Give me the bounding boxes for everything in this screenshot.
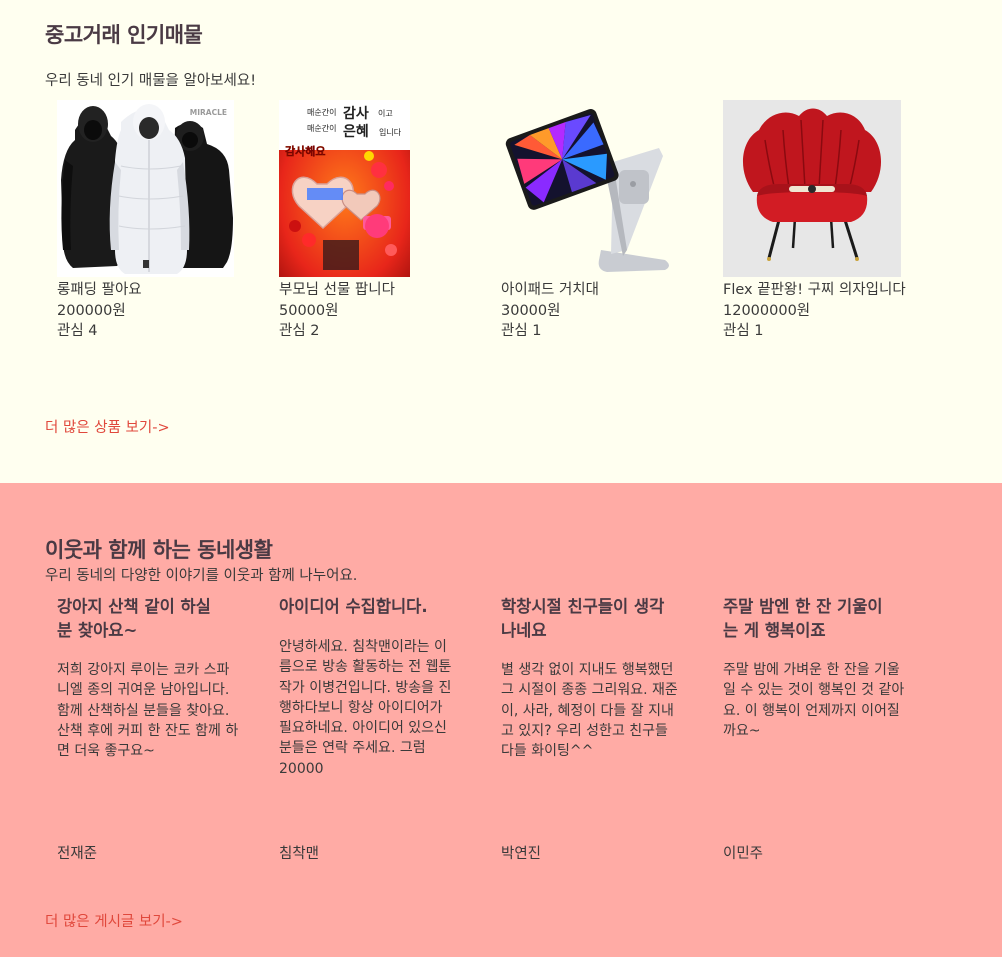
poster-line-2a: 매순간이 (307, 123, 336, 133)
money-gift-board-photo[interactable]: 매순간이 감사 이고 매순간이 은혜 입니다 감사해요 (279, 100, 410, 277)
post-title: 강아지 산책 같이 하실 분 찾아요~ (57, 597, 211, 640)
ipad-stand-photo[interactable] (501, 100, 678, 277)
market-subtitle: 우리 동네 인기 매물을 알아보세요! (45, 73, 257, 89)
more-posts-link[interactable]: 더 많은 게시글 보기-> (45, 910, 183, 931)
red-chair-photo[interactable] (723, 100, 901, 277)
post-title: 주말 밤엔 한 잔 기울이 는 게 행복이죠 (723, 597, 883, 640)
post-title: 학창시절 친구들이 생각 나네요 (501, 597, 665, 640)
post-body: 주말 밤에 가벼운 한 잔을 기울 일 수 있는 것이 행복인 것 같아 요. … (723, 662, 905, 739)
product-likes: 관심 4 (57, 323, 98, 339)
post-author: 이민주 (723, 846, 764, 862)
padding-coats-photo[interactable]: MIRACLE (57, 100, 234, 277)
post-author: 침착맨 (279, 846, 320, 862)
product-name: Flex 끝판왕! 구찌 의자입니다 (723, 282, 906, 298)
post-author: 전재준 (57, 846, 98, 862)
poster-line-3: 감사해요 (285, 144, 325, 158)
product-price: 200000원 (57, 303, 126, 319)
more-items-link[interactable]: 더 많은 상품 보기-> (45, 416, 170, 437)
post-title: 아이디어 수집합니다. (279, 597, 428, 616)
product-likes: 관심 2 (279, 323, 320, 339)
poster-line-1b: 감사 (343, 105, 369, 122)
product-price: 12000000원 (723, 303, 811, 319)
poster-line-2b: 은혜 (343, 124, 369, 140)
post-author: 박연진 (501, 846, 542, 862)
post-body: 안녕하세요. 침착맨이라는 이 름으로 방송 활동하는 전 웹툰 작가 이병건입… (279, 639, 452, 777)
community-title: 이웃과 함께 하는 동네생활 (45, 538, 273, 562)
product-price: 50000원 (279, 303, 339, 319)
product-name: 부모님 선물 팝니다 (279, 282, 395, 298)
poster-line-1a: 매순간이 (307, 107, 336, 117)
poster-line-2c: 입니다 (379, 127, 402, 137)
post-body: 별 생각 없이 지내도 행복했던 그 시절이 종종 그리워요. 재준 이, 사라… (501, 662, 678, 760)
community-subtitle: 우리 동네의 다양한 이야기를 이웃과 함께 나누어요. (45, 568, 358, 584)
market-title: 중고거래 인기매물 (45, 23, 203, 47)
post-card[interactable]: 아이디어 수집합니다. 안녕하세요. 침착맨이라는 이 름으로 방송 활동하는 … (279, 595, 461, 777)
post-card[interactable]: 주말 밤엔 한 잔 기울이 는 게 행복이죠 주말 밤에 가벼운 한 잔을 기울… (723, 595, 905, 739)
poster-line-1c: 이고 (378, 108, 393, 118)
brand-mark-text: MIRACLE (190, 108, 227, 117)
post-body: 저희 강아지 루이는 코카 스파 니엘 종의 귀여운 남아입니다. 함께 산책하… (57, 662, 239, 760)
product-price: 30000원 (501, 303, 561, 319)
product-name: 롱패딩 팔아요 (57, 282, 142, 298)
product-name: 아이패드 거치대 (501, 282, 599, 298)
product-likes: 관심 1 (723, 323, 764, 339)
post-card[interactable]: 학창시절 친구들이 생각 나네요 별 생각 없이 지내도 행복했던 그 시절이 … (501, 595, 683, 759)
post-card[interactable]: 강아지 산책 같이 하실 분 찾아요~ 저희 강아지 루이는 코카 스파 니엘 … (57, 595, 239, 759)
product-likes: 관심 1 (501, 323, 542, 339)
